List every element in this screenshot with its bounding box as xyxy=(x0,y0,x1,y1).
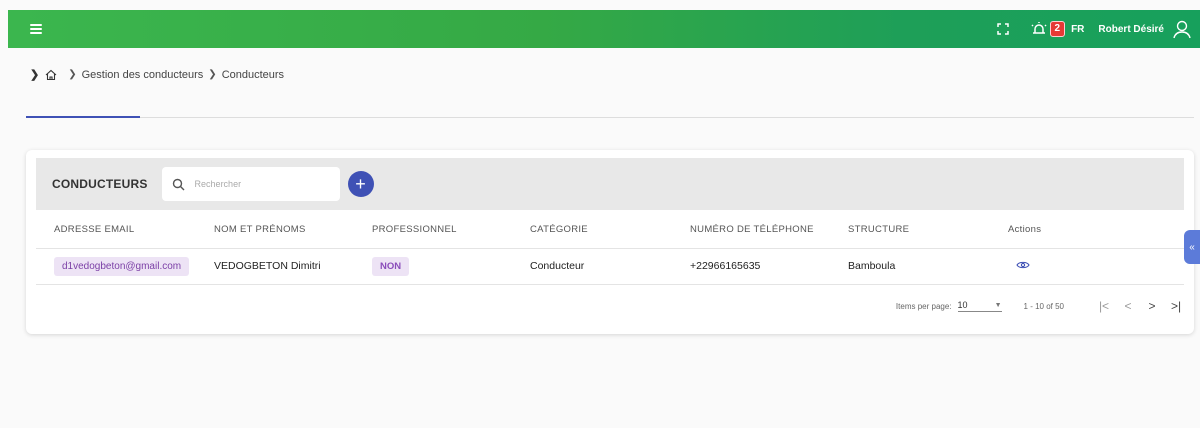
user-icon[interactable] xyxy=(1172,19,1192,39)
paginator: Items per page: 10 ▼ 1 - 10 of 50 |< < >… xyxy=(36,288,1184,324)
column-header-structure[interactable]: STRUCTURE xyxy=(830,212,990,249)
page-range: 1 - 10 of 50 xyxy=(1023,301,1064,311)
last-page-button[interactable]: >| xyxy=(1168,298,1184,314)
next-page-button[interactable]: > xyxy=(1144,298,1160,314)
add-conducteur-button[interactable]: + xyxy=(347,171,374,197)
home-icon[interactable] xyxy=(45,69,57,81)
cell-email: d1vedogbeton@gmail.com xyxy=(36,248,196,285)
conducteurs-table: ADRESSE EMAIL NOM ET PRÉNOMS PROFESSIONN… xyxy=(36,212,1184,285)
items-per-page-label: Items per page: xyxy=(895,301,952,311)
fullscreen-icon[interactable] xyxy=(995,21,1011,37)
tabs-divider xyxy=(26,117,1194,118)
cell-name: VEDOGBETON Dimitri xyxy=(196,248,354,285)
column-header-telephone[interactable]: NUMÉRO DE TÉLÉPHONE xyxy=(672,212,830,249)
previous-page-button[interactable]: < xyxy=(1120,298,1136,314)
collapse-icon[interactable]: « xyxy=(1184,230,1200,264)
hamburger-icon[interactable] xyxy=(30,24,42,34)
card-header: CONDUCTEURS + xyxy=(36,158,1184,210)
chevron-right-icon[interactable]: ❯ xyxy=(30,68,39,81)
tab-active-indicator[interactable] xyxy=(26,116,140,118)
professionnel-chip: NON xyxy=(372,256,410,276)
items-per-page-value[interactable]: 10 xyxy=(958,300,995,310)
breadcrumb: ❯ ❯ Gestion des conducteurs ❯ Conducteur… xyxy=(30,68,285,82)
eye-icon[interactable] xyxy=(1016,260,1030,270)
user-name[interactable]: Robert Désiré xyxy=(1098,24,1164,35)
top-bar: 2 FR Robert Désiré xyxy=(8,10,1200,48)
column-header-nom[interactable]: NOM ET PRÉNOMS xyxy=(196,212,354,249)
cell-telephone: +22966165635 xyxy=(672,248,830,285)
email-chip: d1vedogbeton@gmail.com xyxy=(54,256,190,276)
conducteurs-card: CONDUCTEURS + ADRESSE EMAIL NOM ET PRÉNO… xyxy=(26,150,1194,334)
cell-structure: Bamboula xyxy=(830,248,990,285)
alarm-icon[interactable] xyxy=(1029,21,1049,37)
notifications[interactable]: 2 xyxy=(1029,21,1066,37)
search-icon xyxy=(172,178,185,190)
breadcrumb-item-conducteurs: Conducteurs xyxy=(221,68,285,81)
column-header-categorie[interactable]: CATÉGORIE xyxy=(512,212,672,249)
breadcrumb-separator: ❯ xyxy=(68,69,77,80)
column-header-email[interactable]: ADRESSE EMAIL xyxy=(36,212,196,249)
top-bar-actions: 2 FR Robert Désiré xyxy=(995,10,1200,48)
card-title: CONDUCTEURS xyxy=(52,177,148,191)
table-header-row: ADRESSE EMAIL NOM ET PRÉNOMS PROFESSIONN… xyxy=(36,212,1184,249)
cell-actions xyxy=(990,248,1184,285)
cell-professionnel: NON xyxy=(354,248,512,285)
breadcrumb-separator: ❯ xyxy=(208,69,217,80)
breadcrumb-item-gestion[interactable]: Gestion des conducteurs xyxy=(82,69,204,81)
chevron-down-icon[interactable]: ▼ xyxy=(995,302,1002,309)
search-box[interactable] xyxy=(161,167,340,201)
notification-badge[interactable]: 2 xyxy=(1049,21,1066,37)
column-header-professionnel[interactable]: PROFESSIONNEL xyxy=(354,212,512,249)
search-input[interactable] xyxy=(194,179,335,189)
table-row[interactable]: d1vedogbeton@gmail.com VEDOGBETON Dimitr… xyxy=(36,248,1184,285)
items-per-page-select[interactable]: 10 ▼ xyxy=(957,300,1002,312)
first-page-button[interactable]: |< xyxy=(1096,298,1112,314)
column-header-actions: Actions xyxy=(990,212,1184,249)
cell-categorie: Conducteur xyxy=(512,248,672,285)
language-selector[interactable]: FR xyxy=(1071,24,1084,35)
